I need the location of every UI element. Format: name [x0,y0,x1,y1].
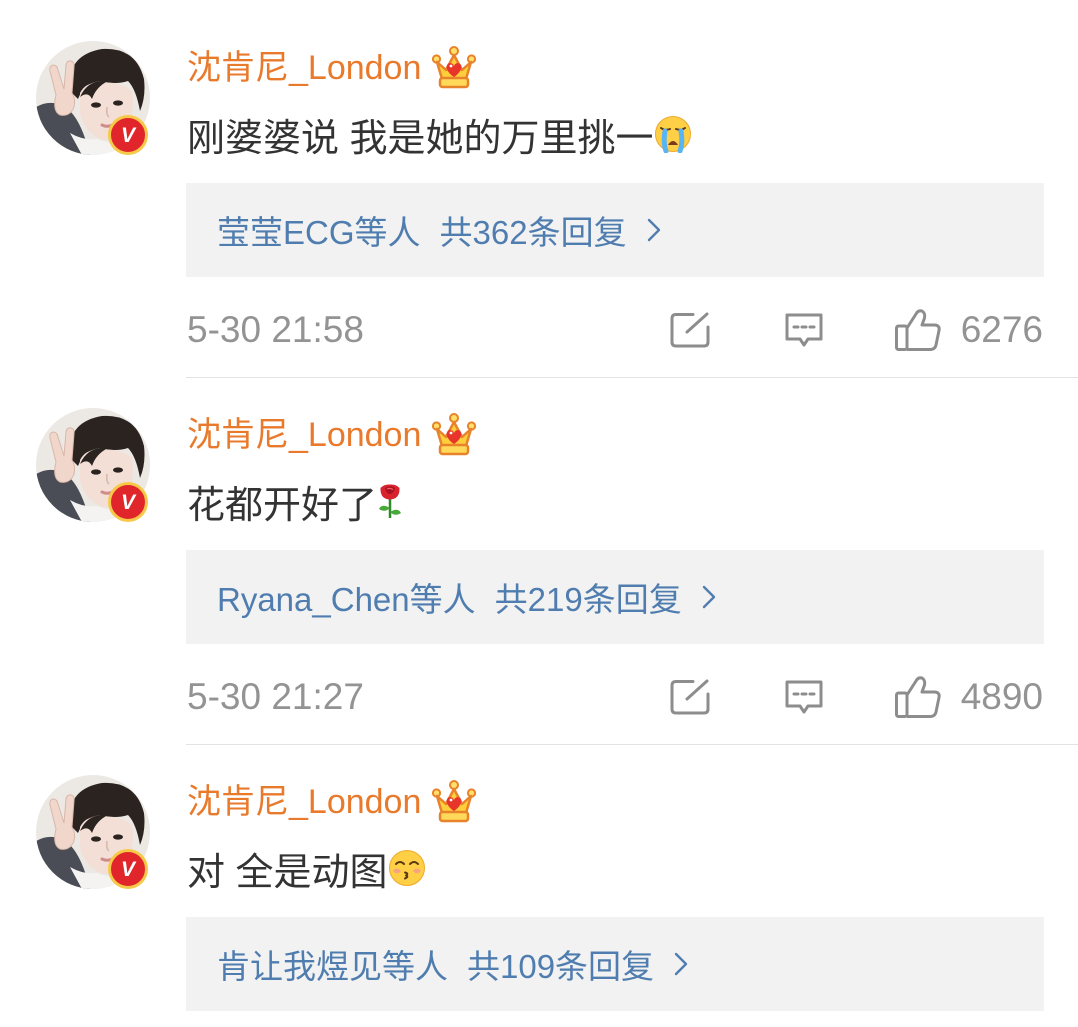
meta-row: 5-30 21:58 6276 [187,308,1043,352]
name-row: 沈肯尼_London [187,413,477,457]
name-row: 沈肯尼_London [187,780,477,824]
username[interactable]: 沈肯尼_London [187,46,421,90]
share-icon[interactable] [669,311,711,349]
reply-names: Ryana_Chen等人 [217,581,476,618]
comment-text-row: 刚婆婆说 我是她的万里挑一 [187,111,692,160]
verified-badge: V [108,482,148,522]
crying-face-icon [654,116,691,153]
reply-count: 共219条回复 [494,581,682,618]
reply-summary[interactable]: 莹莹ECG等人 共362条回复 [186,183,1044,277]
comment-text: 对 全是动图 [187,851,388,894]
kissing-face-icon [388,850,425,886]
username[interactable]: 沈肯尼_London [187,780,421,824]
reply-summary[interactable]: 肯让我煜见等人 共109条回复 [186,917,1044,1011]
verified-label: V [120,857,135,881]
meta-row: 5-30 21:27 4890 [187,675,1043,719]
action-bar: 4890 [669,675,1043,719]
reply-names: 莹莹ECG等人 [217,214,421,251]
reply-count: 共362条回复 [439,214,627,251]
chevron-right-icon [702,585,715,609]
thumbs-up-icon[interactable] [894,675,942,719]
action-bar: 6276 [669,308,1043,352]
chevron-right-icon [647,218,660,242]
comment-item: V 沈肯尼_London 花都开好了 Ryana_Chen等人 共219条回复 … [0,378,1078,745]
verified-label: V [120,123,135,147]
reply-count: 共109条回复 [467,948,655,985]
timestamp: 5-30 21:58 [187,309,364,350]
vip-crown-icon[interactable] [431,779,477,825]
verified-badge: V [108,115,148,155]
like-count: 4890 [960,676,1043,717]
like-count: 6276 [960,309,1043,350]
name-row: 沈肯尼_London [187,46,477,90]
comment-text-row: 花都开好了 [187,478,403,527]
verified-label: V [120,490,135,514]
vip-crown-icon[interactable] [431,45,477,91]
vip-crown-icon[interactable] [431,412,477,458]
chevron-right-icon [674,952,688,976]
timestamp: 5-30 21:27 [187,676,364,717]
comment-icon[interactable] [784,311,824,349]
comment-text: 刚婆婆说 我是她的万里挑一 [187,117,654,160]
username[interactable]: 沈肯尼_London [187,413,421,457]
rose-icon [379,484,402,518]
comment-item: V 沈肯尼_London 对 全是动图 肯让我煜见等人 共109条回复 [0,745,1078,1027]
reply-names: 肯让我煜见等人 [217,948,448,985]
comment-text: 花都开好了 [187,484,378,527]
share-icon[interactable] [669,678,711,716]
comment-list: V 沈肯尼_London 刚婆婆说 我是她的万里挑一 莹莹ECG等人 共362条… [0,0,1078,1027]
comment-icon[interactable] [784,678,824,716]
thumbs-up-icon[interactable] [894,308,942,352]
comment-text-row: 对 全是动图 [187,845,426,894]
reply-summary[interactable]: Ryana_Chen等人 共219条回复 [186,550,1044,644]
verified-badge: V [108,849,148,889]
comment-item: V 沈肯尼_London 刚婆婆说 我是她的万里挑一 莹莹ECG等人 共362条… [0,11,1078,378]
